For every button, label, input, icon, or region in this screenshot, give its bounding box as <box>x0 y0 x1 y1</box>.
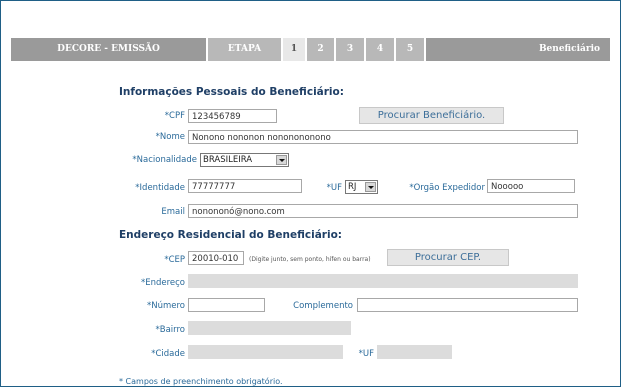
required-footnote: * Campos de preenchimento obrigatório. <box>119 377 283 386</box>
uf-select[interactable]: RJ <box>345 180 378 194</box>
complemento-input[interactable] <box>357 298 578 312</box>
stepbar-etapa-label: ETAPA <box>208 38 281 61</box>
nacionalidade-label: *Nacionalidade <box>132 155 197 165</box>
cpf-label: *CPF <box>164 111 185 121</box>
stepbar-section: Beneficiário <box>426 38 610 61</box>
email-label: Email <box>161 207 185 217</box>
step-4: 4 <box>366 38 394 61</box>
stepbar-title: DECORE - EMISSÃO <box>11 38 206 61</box>
nome-input[interactable]: Nonono nononon nononononono <box>188 130 578 144</box>
cep-label: *CEP <box>164 255 185 265</box>
nome-label: *Nome <box>155 132 185 142</box>
identidade-input[interactable]: 77777777 <box>188 179 302 193</box>
orgao-input[interactable]: Nooooo <box>487 179 575 193</box>
cpf-input[interactable]: 123456789 <box>188 109 277 123</box>
step-1: 1 <box>283 38 305 61</box>
search-cep-button[interactable]: Procurar CEP. <box>387 249 509 266</box>
form-window: DECORE - EMISSÃO ETAPA 1 2 3 4 5 Benefic… <box>0 0 621 387</box>
chevron-down-icon <box>276 155 287 165</box>
step-bar: DECORE - EMISSÃO ETAPA 1 2 3 4 5 Benefic… <box>11 38 610 61</box>
numero-label: *Número <box>146 301 185 311</box>
chevron-down-icon <box>365 182 376 192</box>
step-3: 3 <box>336 38 364 61</box>
cep-input[interactable]: 20010-010 <box>188 251 244 265</box>
personal-heading: Informações Pessoais do Beneficiário: <box>119 86 344 98</box>
nacionalidade-select[interactable]: BRASILEIRA <box>200 153 289 167</box>
numero-input[interactable] <box>188 298 265 312</box>
orgao-label: *Orgão Expedidor <box>409 183 485 193</box>
nacionalidade-value: BRASILEIRA <box>203 155 253 165</box>
step-2: 2 <box>307 38 334 61</box>
endereco-input[interactable] <box>188 274 578 288</box>
cidade-label: *Cidade <box>151 349 185 359</box>
identidade-label: *Identidade <box>135 183 185 193</box>
complemento-label: Complemento <box>293 301 353 311</box>
uf-label: *UF <box>326 183 342 193</box>
search-beneficiary-button[interactable]: Procurar Beneficiário. <box>359 107 504 124</box>
endereco-label: *Endereço <box>140 278 185 288</box>
cidade-input[interactable] <box>188 345 343 359</box>
bairro-input[interactable] <box>188 321 351 335</box>
cep-hint: (Digite junto, sem ponto, hífen ou barra… <box>249 256 371 263</box>
address-uf-input[interactable] <box>377 345 452 359</box>
address-heading: Endereço Residencial do Beneficiário: <box>119 229 342 241</box>
step-5: 5 <box>396 38 424 61</box>
address-uf-label: *UF <box>358 349 374 359</box>
uf-value: RJ <box>348 182 357 192</box>
bairro-label: *Bairro <box>155 325 185 335</box>
top-spacer <box>1 1 620 37</box>
email-input[interactable]: nonononó@nono.com <box>188 204 578 218</box>
